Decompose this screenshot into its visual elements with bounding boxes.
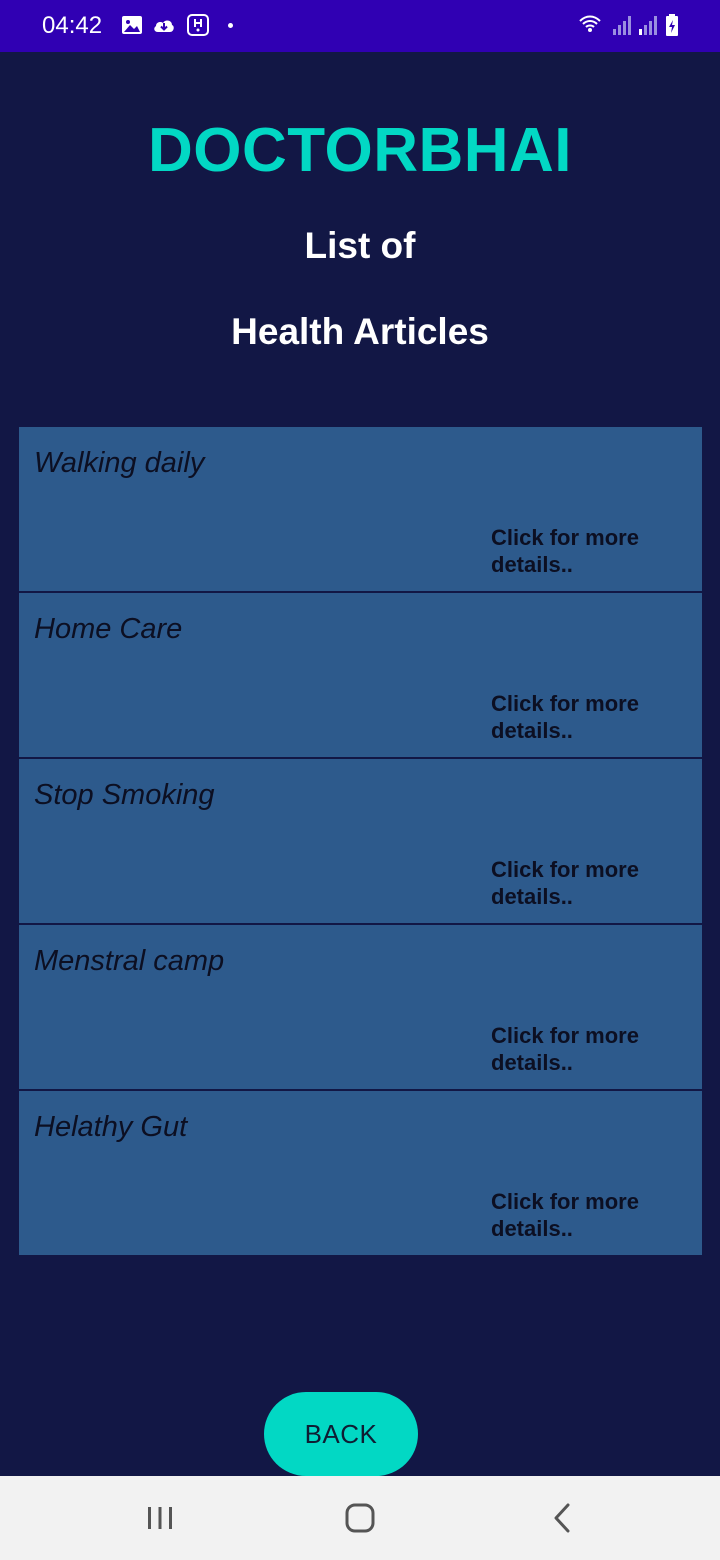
app-notification-icon (187, 14, 209, 36)
article-title: Stop Smoking (34, 779, 215, 811)
wifi-icon (579, 15, 601, 32)
back-nav-icon[interactable] (534, 1490, 590, 1546)
system-nav-bar (0, 1476, 720, 1560)
article-more-link[interactable]: Click for more details.. (491, 1022, 681, 1076)
article-card-menstral-camp[interactable]: Menstral camp Click for more details.. (19, 925, 702, 1091)
article-more-link[interactable]: Click for more details.. (491, 1188, 681, 1242)
back-button[interactable]: BACK (264, 1392, 418, 1476)
article-title: Walking daily (34, 447, 205, 479)
article-list: Walking daily Click for more details.. H… (19, 427, 702, 1257)
article-title: Menstral camp (34, 945, 225, 977)
recent-apps-icon[interactable] (132, 1490, 188, 1546)
page-subtitle-line2: Health Articles (231, 311, 489, 352)
image-icon (122, 16, 142, 34)
article-more-link[interactable]: Click for more details.. (491, 690, 681, 744)
page-subtitle-line1: List of (304, 225, 416, 266)
article-card-stop-smoking[interactable]: Stop Smoking Click for more details.. (19, 759, 702, 925)
status-bar: 04:42 (0, 0, 720, 52)
notification-dot (228, 23, 233, 28)
article-card-home-care[interactable]: Home Care Click for more details.. (19, 593, 702, 759)
battery-charging-icon (666, 14, 678, 36)
signal-icon (613, 16, 631, 35)
signal-icon-2 (639, 16, 657, 35)
cloud-download-icon (154, 20, 174, 32)
article-card-walking-daily[interactable]: Walking daily Click for more details.. (19, 427, 702, 593)
home-icon[interactable] (332, 1490, 388, 1546)
article-more-link[interactable]: Click for more details.. (491, 856, 681, 910)
article-title: Home Care (34, 613, 183, 645)
article-card-helathy-gut[interactable]: Helathy Gut Click for more details.. (19, 1091, 702, 1257)
app-title: DOCTORBHAI (147, 116, 573, 185)
article-title: Helathy Gut (34, 1111, 188, 1143)
article-more-link[interactable]: Click for more details.. (491, 524, 681, 578)
status-time: 04:42 (42, 12, 103, 39)
